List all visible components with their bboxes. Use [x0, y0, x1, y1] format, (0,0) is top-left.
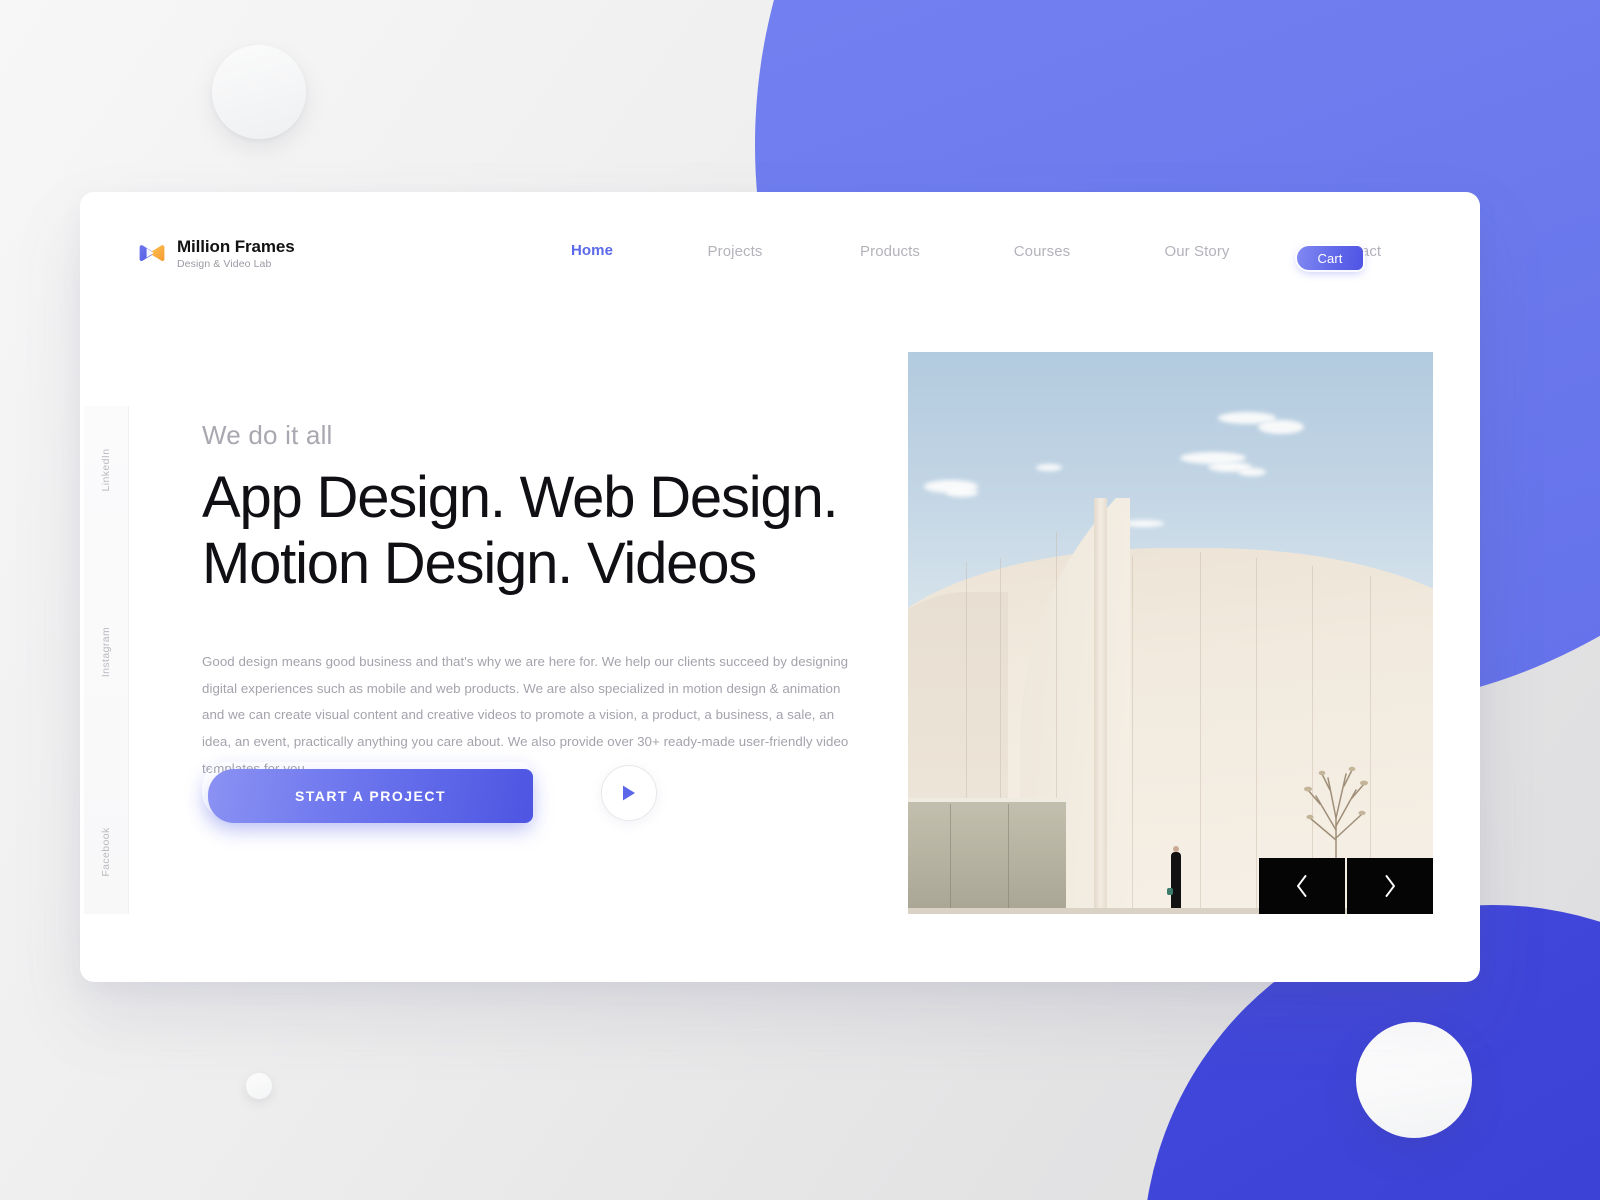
photo-ledge-line: [950, 804, 952, 914]
main-navigation: Home Projects Products Courses Our Story…: [490, 192, 1381, 322]
hero-eyebrow: We do it all: [202, 420, 333, 450]
start-project-button[interactable]: START A PROJECT: [208, 769, 533, 823]
page-stage: Million Frames Design & Video Lab Home P…: [0, 0, 1600, 1200]
nav-item-home[interactable]: Home: [571, 242, 613, 259]
play-icon: [623, 785, 635, 801]
hero-image-slideshow: [908, 352, 1433, 914]
brand-tagline: Design & Video Lab: [177, 258, 272, 270]
hero-headline-line-2: Motion Design. Videos: [202, 531, 757, 597]
nav-item-projects[interactable]: Projects: [708, 243, 763, 260]
site-header: Million Frames Design & Video Lab Home P…: [80, 192, 1480, 322]
website-card: Million Frames Design & Video Lab Home P…: [80, 192, 1480, 982]
social-link-facebook[interactable]: Facebook: [100, 827, 112, 876]
photo-cloud: [1124, 520, 1164, 527]
hero-cta-row: START A PROJECT: [202, 762, 657, 824]
slideshow-prev-button[interactable]: [1259, 858, 1345, 914]
play-video-button[interactable]: [601, 765, 657, 821]
chevron-left-icon: [1297, 875, 1307, 897]
nav-item-our-story[interactable]: Our Story: [1164, 243, 1229, 260]
cart-button[interactable]: Cart: [1297, 246, 1363, 270]
social-link-linkedin[interactable]: LinkedIn: [100, 449, 112, 492]
hero-headline-line-1: App Design. Web Design.: [202, 465, 839, 530]
photo-cloud: [946, 488, 978, 497]
brand-logo[interactable]: Million Frames Design & Video Lab: [137, 238, 295, 270]
chevron-right-icon: [1385, 875, 1395, 897]
start-project-button-wrap: START A PROJECT: [202, 762, 535, 824]
photo-pillar: [1094, 498, 1107, 914]
photo-cloud: [1036, 464, 1062, 471]
slideshow-next-button[interactable]: [1347, 858, 1433, 914]
photo-person-bag: [1167, 888, 1173, 895]
photo-ledge-line: [1008, 804, 1010, 914]
decorative-orb-top-left: [212, 45, 306, 139]
photo-person: [1167, 846, 1182, 914]
photo-ledge: [908, 802, 1066, 914]
photo-cloud: [1238, 468, 1266, 476]
decorative-orb-bottom-right: [1356, 1022, 1472, 1138]
brand-name: Million Frames: [177, 237, 295, 256]
nav-item-courses[interactable]: Courses: [1014, 243, 1071, 260]
photo-person-body: [1171, 852, 1181, 914]
photo-wall-seam: [1200, 552, 1202, 914]
decorative-orb-bottom-left: [246, 1073, 272, 1099]
slideshow-navigation: [1259, 858, 1433, 914]
slideshow-photo: [908, 352, 1433, 914]
nav-item-products[interactable]: Products: [860, 243, 920, 260]
hero-section: We do it all App Design. Web Design. Mot…: [202, 420, 892, 782]
social-links-rail: LinkedIn Instagram Facebook: [84, 406, 129, 914]
hero-headline: App Design. Web Design. Motion Design. V…: [202, 465, 892, 597]
bowtie-play-logo-icon: [139, 244, 165, 261]
photo-wall-seam: [1256, 558, 1258, 914]
photo-cloud: [1258, 420, 1304, 434]
social-link-instagram[interactable]: Instagram: [100, 627, 112, 677]
photo-wall-seam: [1132, 556, 1134, 914]
